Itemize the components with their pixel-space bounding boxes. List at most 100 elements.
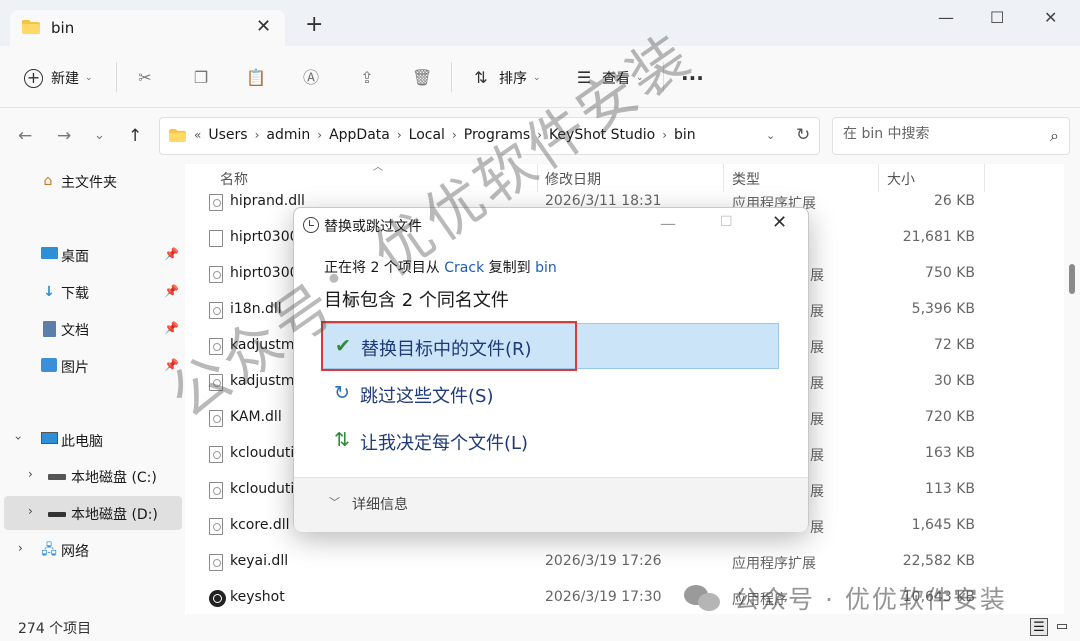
scrollbar-thumb[interactable]: [1069, 264, 1075, 294]
chevron-down-icon[interactable]: ﹀: [329, 494, 340, 510]
sidebar-item-pictures[interactable]: 图片 📌: [0, 349, 182, 383]
pin-icon[interactable]: 📌: [164, 284, 179, 298]
new-tab-button[interactable]: +: [305, 14, 323, 36]
delete-button[interactable]: 🗑: [412, 66, 432, 90]
dialog-title-bar[interactable]: 替换或跳过文件 — ☐ ✕: [294, 208, 808, 243]
breadcrumb-keyshot-studio[interactable]: KeyShot Studio: [549, 127, 655, 143]
chevron-right-icon[interactable]: ›: [662, 128, 667, 142]
chevron-right-icon[interactable]: ›: [255, 128, 260, 142]
file-date: 2026/3/19 17:30: [545, 589, 662, 605]
dll-file-icon: [209, 518, 223, 535]
more-options-button[interactable]: ···: [681, 66, 704, 90]
sidebar-item-downloads[interactable]: ↓ 下载 📌: [0, 275, 182, 309]
rename-button[interactable]: Ⓐ: [301, 66, 321, 90]
breadcrumb-programs[interactable]: Programs: [464, 127, 530, 143]
pin-icon[interactable]: 📌: [164, 321, 179, 335]
home-icon: ⌂: [43, 173, 53, 189]
up-button[interactable]: ↑: [128, 126, 142, 146]
file-size: 163 KB: [925, 445, 975, 461]
breadcrumb-overflow[interactable]: «: [194, 128, 201, 142]
dll-file-icon: [209, 554, 223, 571]
vertical-scrollbar[interactable]: [1064, 164, 1080, 614]
sidebar-item-label: 下载: [61, 286, 89, 302]
details-view-icon[interactable]: ☰: [1030, 618, 1048, 636]
close-window-button[interactable]: ✕: [1044, 8, 1057, 27]
refresh-icon[interactable]: ↻: [796, 125, 810, 145]
minimize-button[interactable]: —: [938, 8, 954, 27]
destination-folder-link[interactable]: bin: [535, 260, 557, 276]
tab-bin[interactable]: bin ✕: [10, 10, 285, 46]
dialog-maximize-button[interactable]: ☐: [720, 214, 733, 230]
sidebar-item-documents[interactable]: 文档 📌: [0, 312, 182, 346]
table-row[interactable]: keyai.dll 2026/3/19 17:26 应用程序扩展 22,582 …: [185, 544, 1065, 580]
address-bar[interactable]: « Users › admin › AppData › Local › Programs › KeyS…: [159, 117, 820, 155]
pin-icon[interactable]: 📌: [164, 247, 179, 261]
chevron-right-icon[interactable]: ›: [18, 541, 23, 555]
dialog-minimize-button[interactable]: —: [660, 214, 676, 233]
chevron-down-icon[interactable]: ›: [11, 436, 25, 441]
search-box[interactable]: ⌕: [832, 117, 1070, 155]
chevron-right-icon[interactable]: ›: [397, 128, 402, 142]
trash-icon: 🗑: [412, 68, 433, 87]
chevron-right-icon[interactable]: ›: [28, 504, 33, 518]
checkmark-icon: ✔: [335, 335, 351, 357]
address-history-icon[interactable]: ⌄: [766, 129, 775, 142]
view-button[interactable]: ☰ 查看 ⌄: [574, 66, 644, 90]
chevron-down-icon: ⌄: [636, 73, 644, 83]
sidebar-item-this-pc[interactable]: › 此电脑: [0, 423, 182, 457]
share-button[interactable]: ⇪: [357, 66, 377, 90]
compare-files-icon: ⇅: [334, 429, 350, 451]
pin-icon[interactable]: 📌: [164, 358, 179, 372]
decide-each-file-option[interactable]: ⇅ 让我决定每个文件(L): [322, 418, 779, 464]
chevron-right-icon[interactable]: ›: [452, 128, 457, 142]
breadcrumb-appdata[interactable]: AppData: [329, 127, 390, 143]
paste-button[interactable]: 📋: [246, 66, 266, 90]
recent-locations-button[interactable]: ⌄: [94, 128, 105, 143]
cut-button[interactable]: ✂: [135, 66, 155, 90]
sort-label: 排序: [499, 71, 527, 87]
download-icon: ↓: [43, 284, 55, 300]
new-button[interactable]: + 新建 ⌄: [24, 66, 93, 90]
source-folder-link[interactable]: Crack: [444, 260, 484, 276]
sidebar-item-network[interactable]: › 🖧 网络: [0, 533, 182, 567]
status-bar: 274 个项目 ☰ ▭: [0, 614, 1080, 641]
view-label: 查看: [602, 71, 630, 87]
chevron-right-icon[interactable]: ›: [537, 128, 542, 142]
close-tab-icon[interactable]: ✕: [256, 16, 271, 37]
sort-icon: ⇅: [474, 68, 488, 87]
replace-files-option[interactable]: ✔ 替换目标中的文件(R): [322, 323, 779, 369]
breadcrumb-bin[interactable]: bin: [674, 127, 696, 143]
table-row[interactable]: keyshot 2026/3/19 17:30 应用程序 10,643 KB: [185, 580, 1065, 616]
chevron-right-icon[interactable]: ›: [28, 467, 33, 481]
tiles-view-icon[interactable]: ▭: [1053, 618, 1071, 636]
keyshot-app-icon: [209, 590, 226, 607]
file-name: i18n.dll: [230, 301, 282, 317]
sort-button[interactable]: ⇅ 排序 ⌄: [471, 66, 540, 90]
sidebar-item-label: 主文件夹: [61, 175, 117, 191]
breadcrumb-admin[interactable]: admin: [266, 127, 310, 143]
file-type: 展: [810, 304, 824, 320]
file-size: 21,681 KB: [902, 229, 975, 245]
sidebar-item-drive-d[interactable]: › 本地磁盘 (D:): [4, 496, 182, 530]
breadcrumb-local[interactable]: Local: [409, 127, 445, 143]
sidebar-item-home[interactable]: ⌂ 主文件夹: [0, 164, 182, 198]
sidebar-item-desktop[interactable]: 桌面 📌: [0, 238, 182, 272]
tab-title: bin: [51, 19, 75, 37]
item-count: 274 个项目: [18, 621, 92, 637]
forward-button[interactable]: →: [57, 126, 71, 146]
chevron-right-icon[interactable]: ›: [317, 128, 322, 142]
skip-files-option[interactable]: ↻ 跳过这些文件(S): [322, 371, 779, 417]
dll-file-icon: [209, 338, 223, 355]
file-type: 展: [810, 376, 824, 392]
more-details-toggle[interactable]: 详细信息: [352, 494, 408, 514]
file-type: 展: [810, 520, 824, 536]
copy-button[interactable]: ❐: [191, 66, 211, 90]
search-icon[interactable]: ⌕: [1050, 126, 1059, 146]
breadcrumb-users[interactable]: Users: [208, 127, 247, 143]
dialog-close-button[interactable]: ✕: [772, 212, 787, 233]
file-size: 72 KB: [933, 337, 975, 353]
back-button[interactable]: ←: [18, 126, 32, 146]
sidebar-item-drive-c[interactable]: › 本地磁盘 (C:): [0, 459, 182, 493]
maximize-button[interactable]: ☐: [990, 8, 1004, 27]
search-input[interactable]: [843, 126, 1033, 142]
